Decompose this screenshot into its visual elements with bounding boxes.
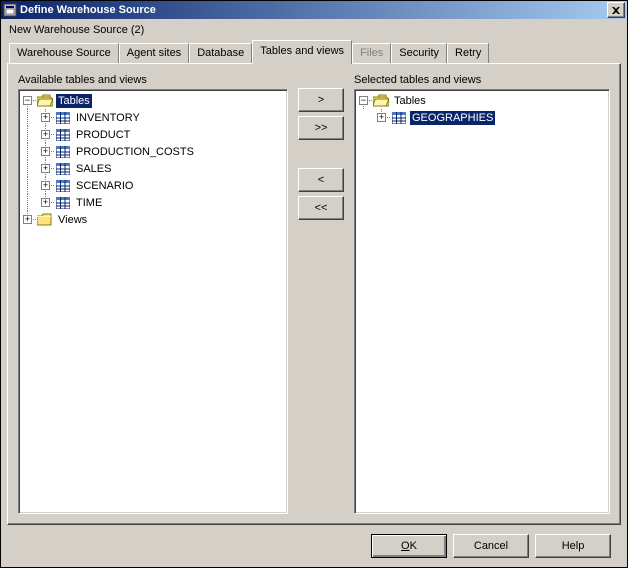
tab-panel-tables-and-views: Available tables and views − Tables + INVEN… bbox=[7, 63, 621, 525]
window-title: Define Warehouse Source bbox=[20, 4, 605, 16]
tree-node-label[interactable]: SALES bbox=[74, 162, 113, 176]
selected-tree-well[interactable]: − Tables + GEOGRAPHIES bbox=[354, 89, 610, 514]
tree-node[interactable]: + TIME bbox=[19, 194, 287, 211]
available-label: Available tables and views bbox=[18, 74, 288, 86]
expand-icon[interactable]: + bbox=[41, 130, 50, 139]
move-buttons-column: > >> < << bbox=[296, 74, 346, 514]
tab-warehouse-source[interactable]: Warehouse Source bbox=[9, 43, 119, 63]
table-icon bbox=[55, 178, 71, 194]
folder-open-icon bbox=[37, 93, 53, 109]
table-icon bbox=[55, 110, 71, 126]
move-all-left-button[interactable]: << bbox=[298, 196, 344, 220]
tab-strip: Warehouse SourceAgent sitesDatabaseTable… bbox=[7, 42, 621, 63]
table-icon bbox=[55, 161, 71, 177]
move-right-button[interactable]: > bbox=[298, 88, 344, 112]
collapse-icon[interactable]: − bbox=[359, 96, 368, 105]
selected-label: Selected tables and views bbox=[354, 74, 610, 86]
tree-node-label[interactable]: Views bbox=[56, 213, 89, 227]
cancel-button[interactable]: Cancel bbox=[453, 534, 529, 558]
tree-node-label[interactable]: INVENTORY bbox=[74, 111, 142, 125]
tab-files: Files bbox=[352, 43, 391, 63]
tab-database[interactable]: Database bbox=[189, 43, 252, 63]
title-bar: Define Warehouse Source bbox=[1, 1, 627, 19]
tree-node-label[interactable]: Tables bbox=[392, 94, 428, 108]
app-icon bbox=[3, 3, 17, 17]
tree-node-label[interactable]: Tables bbox=[56, 94, 92, 108]
client-area: New Warehouse Source (2) Warehouse Sourc… bbox=[1, 19, 627, 567]
tree-node[interactable]: + GEOGRAPHIES bbox=[355, 109, 609, 126]
folder-closed-icon bbox=[37, 212, 53, 228]
move-all-right-button[interactable]: >> bbox=[298, 116, 344, 140]
selected-column: Selected tables and views − Tables + GEOGRA… bbox=[354, 74, 610, 514]
tree-node[interactable]: + Views bbox=[19, 211, 287, 228]
expand-icon[interactable]: + bbox=[41, 181, 50, 190]
tab-security[interactable]: Security bbox=[391, 43, 447, 63]
dialog-subtitle: New Warehouse Source (2) bbox=[7, 20, 621, 42]
tab-tables-and-views[interactable]: Tables and views bbox=[252, 40, 352, 64]
tab-retry[interactable]: Retry bbox=[447, 43, 489, 63]
tree-node[interactable]: + INVENTORY bbox=[19, 109, 287, 126]
tree-node-label[interactable]: PRODUCTION_COSTS bbox=[74, 145, 196, 159]
expand-icon[interactable]: + bbox=[23, 215, 32, 224]
table-icon bbox=[391, 110, 407, 126]
help-button[interactable]: Help bbox=[535, 534, 611, 558]
tree-node[interactable]: + PRODUCTION_COSTS bbox=[19, 143, 287, 160]
tree-node-label[interactable]: SCENARIO bbox=[74, 179, 135, 193]
tree-node[interactable]: + SCENARIO bbox=[19, 177, 287, 194]
collapse-icon[interactable]: − bbox=[23, 96, 32, 105]
available-column: Available tables and views − Tables + INVEN… bbox=[18, 74, 288, 514]
tree-node[interactable]: + SALES bbox=[19, 160, 287, 177]
tree-node[interactable]: − Tables bbox=[355, 92, 609, 109]
available-tree: − Tables + INVENTORY + PRODUCT + PRODUCTION_COS… bbox=[19, 92, 287, 228]
available-tree-well[interactable]: − Tables + INVENTORY + PRODUCT + PRODUCTION_COS… bbox=[18, 89, 288, 514]
tree-node[interactable]: − Tables bbox=[19, 92, 287, 109]
table-icon bbox=[55, 195, 71, 211]
expand-icon[interactable]: + bbox=[41, 164, 50, 173]
expand-icon[interactable]: + bbox=[41, 198, 50, 207]
table-icon bbox=[55, 144, 71, 160]
tab-agent-sites[interactable]: Agent sites bbox=[119, 43, 189, 63]
selected-tree: − Tables + GEOGRAPHIES bbox=[355, 92, 609, 126]
table-icon bbox=[55, 127, 71, 143]
expand-icon[interactable]: + bbox=[377, 113, 386, 122]
folder-open-icon bbox=[373, 93, 389, 109]
close-button[interactable] bbox=[607, 2, 625, 18]
move-left-button[interactable]: < bbox=[298, 168, 344, 192]
dialog-footer: OK Cancel Help bbox=[7, 525, 621, 567]
tree-node-label[interactable]: PRODUCT bbox=[74, 128, 132, 142]
tree-node[interactable]: + PRODUCT bbox=[19, 126, 287, 143]
ok-button[interactable]: OK bbox=[371, 534, 447, 558]
expand-icon[interactable]: + bbox=[41, 147, 50, 156]
expand-icon[interactable]: + bbox=[41, 113, 50, 122]
tree-node-label[interactable]: TIME bbox=[74, 196, 104, 210]
tree-node-label[interactable]: GEOGRAPHIES bbox=[410, 111, 495, 125]
dialog-define-warehouse-source: Define Warehouse Source New Warehouse So… bbox=[0, 0, 628, 568]
